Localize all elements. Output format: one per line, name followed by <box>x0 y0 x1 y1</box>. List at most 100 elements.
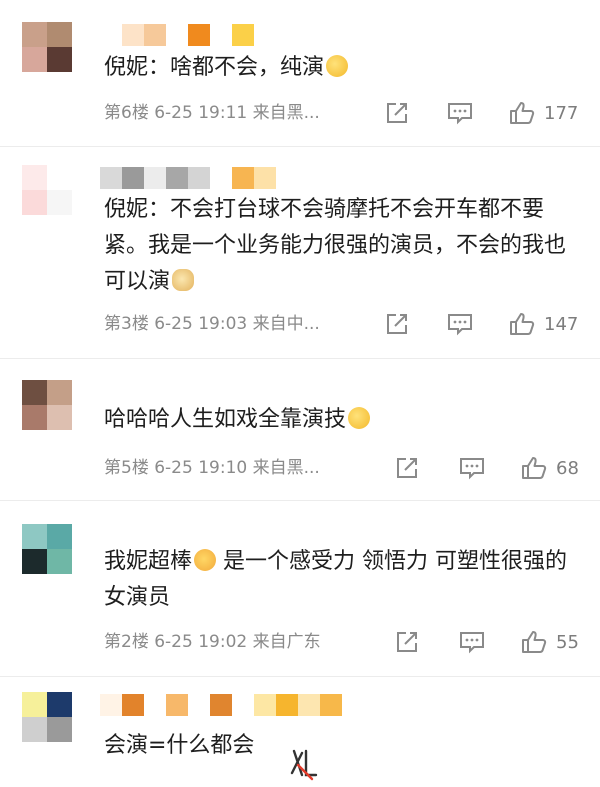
avatar-pixel <box>22 405 47 430</box>
like-button[interactable]: 68 <box>520 454 579 482</box>
username-blur-block <box>166 24 188 46</box>
avatar-pixel <box>47 47 72 72</box>
username-blur-block <box>100 24 122 46</box>
username-blur-block <box>232 24 254 46</box>
username-blur-block <box>144 694 166 716</box>
share-button[interactable] <box>394 628 420 656</box>
username-blur-block <box>100 167 122 189</box>
share-icon <box>387 314 407 334</box>
like-count: 147 <box>544 313 579 335</box>
comment-text: 会演=什么都会 <box>104 733 255 758</box>
username-blur-block <box>100 694 122 716</box>
username-blur-block <box>166 694 188 716</box>
share-button[interactable] <box>384 310 410 338</box>
comment-meta: 第3楼 6-25 19:03 来自中... <box>104 314 320 334</box>
avatar-pixel <box>47 549 72 574</box>
share-button[interactable] <box>384 99 410 127</box>
blurred-username[interactable] <box>100 694 342 716</box>
like-count: 177 <box>544 102 579 124</box>
divider <box>0 676 600 677</box>
watermark-logo <box>290 749 318 781</box>
avatar[interactable] <box>22 380 72 430</box>
like-count: 55 <box>556 631 579 653</box>
thumbs-up-icon <box>522 631 547 653</box>
username-blur-block <box>298 694 320 716</box>
username-blur-block <box>122 694 144 716</box>
avatar-pixel <box>47 22 72 47</box>
username-blur-block <box>210 24 232 46</box>
username-blur-block <box>254 167 276 189</box>
comment-icon <box>448 103 472 125</box>
comment-button[interactable] <box>458 628 486 656</box>
avatar-pixel <box>47 524 72 549</box>
comment-button[interactable] <box>446 99 474 127</box>
username-blur-block <box>210 694 232 716</box>
avatar-pixel <box>47 717 72 742</box>
share-icon <box>397 458 417 478</box>
comment-icon <box>460 632 484 654</box>
avatar-pixel <box>47 692 72 717</box>
comment-button[interactable] <box>458 454 486 482</box>
username-blur-block <box>144 167 166 189</box>
thinking-emoji-icon <box>326 55 349 77</box>
username-blur-block <box>210 167 232 189</box>
divider <box>0 146 600 147</box>
doge-emoji-icon <box>172 269 195 291</box>
like-button[interactable]: 147 <box>508 310 578 338</box>
avatar-pixel <box>22 190 47 215</box>
avatar-pixel <box>47 405 72 430</box>
username-blur-block <box>254 694 276 716</box>
share-button[interactable] <box>394 454 420 482</box>
avatar-pixel <box>47 165 72 190</box>
comment-text: 哈哈哈人生如戏全靠演技 <box>104 402 582 438</box>
comment-icon <box>460 458 484 480</box>
comment-text: 倪妮：啥都不会，纯演 <box>104 50 582 86</box>
avatar-pixel <box>22 717 47 742</box>
username-blur-block <box>188 167 210 189</box>
comment-meta: 第6楼 6-25 19:11 来自黑... <box>104 103 320 123</box>
share-icon <box>387 103 407 123</box>
comment-button[interactable] <box>446 310 474 338</box>
username-blur-block <box>276 694 298 716</box>
username-blur-block <box>122 24 144 46</box>
thumbs-up-icon <box>510 102 535 124</box>
comment-meta: 第5楼 6-25 19:10 来自黑... <box>104 458 320 478</box>
avatar-pixel <box>22 524 47 549</box>
avatar-pixel <box>22 549 47 574</box>
like-button[interactable]: 55 <box>520 628 579 656</box>
username-blur-block <box>232 694 254 716</box>
comment-text: 我妮超棒 是一个感受力 领悟力 可塑性很强的女演员 <box>104 549 568 610</box>
avatar-pixel <box>22 692 47 717</box>
like-button[interactable]: 177 <box>508 99 578 127</box>
username-blur-block <box>166 167 188 189</box>
comment-meta: 第2楼 6-25 19:02 来自广东 <box>104 632 321 652</box>
avatar[interactable] <box>22 524 72 574</box>
blurred-username[interactable] <box>100 24 254 46</box>
like-count: 68 <box>556 457 579 479</box>
thinking-emoji-icon <box>348 407 371 429</box>
avatar-pixel <box>47 380 72 405</box>
avatar[interactable] <box>22 22 72 72</box>
username-blur-block <box>232 167 254 189</box>
divider <box>0 500 600 501</box>
shocked-emoji-icon <box>194 549 217 571</box>
avatar-pixel <box>22 22 47 47</box>
username-blur-block <box>122 167 144 189</box>
avatar[interactable] <box>22 165 72 215</box>
avatar-pixel <box>22 380 47 405</box>
comment-icon <box>448 314 472 336</box>
divider <box>0 358 600 359</box>
username-blur-block <box>188 24 210 46</box>
avatar[interactable] <box>22 692 72 742</box>
thumbs-up-icon <box>510 313 535 335</box>
blurred-username[interactable] <box>100 167 276 189</box>
avatar-pixel <box>22 165 47 190</box>
avatar-pixel <box>47 190 72 215</box>
username-blur-block <box>188 694 210 716</box>
username-blur-block <box>320 694 342 716</box>
username-blur-block <box>144 24 166 46</box>
share-icon <box>397 632 417 652</box>
avatar-pixel <box>22 47 47 72</box>
comment-text: 倪妮：不会打台球不会骑摩托不会开车都不要紧。我是一个业务能力很强的演员，不会的我… <box>104 197 567 294</box>
thumbs-up-icon <box>522 457 547 479</box>
